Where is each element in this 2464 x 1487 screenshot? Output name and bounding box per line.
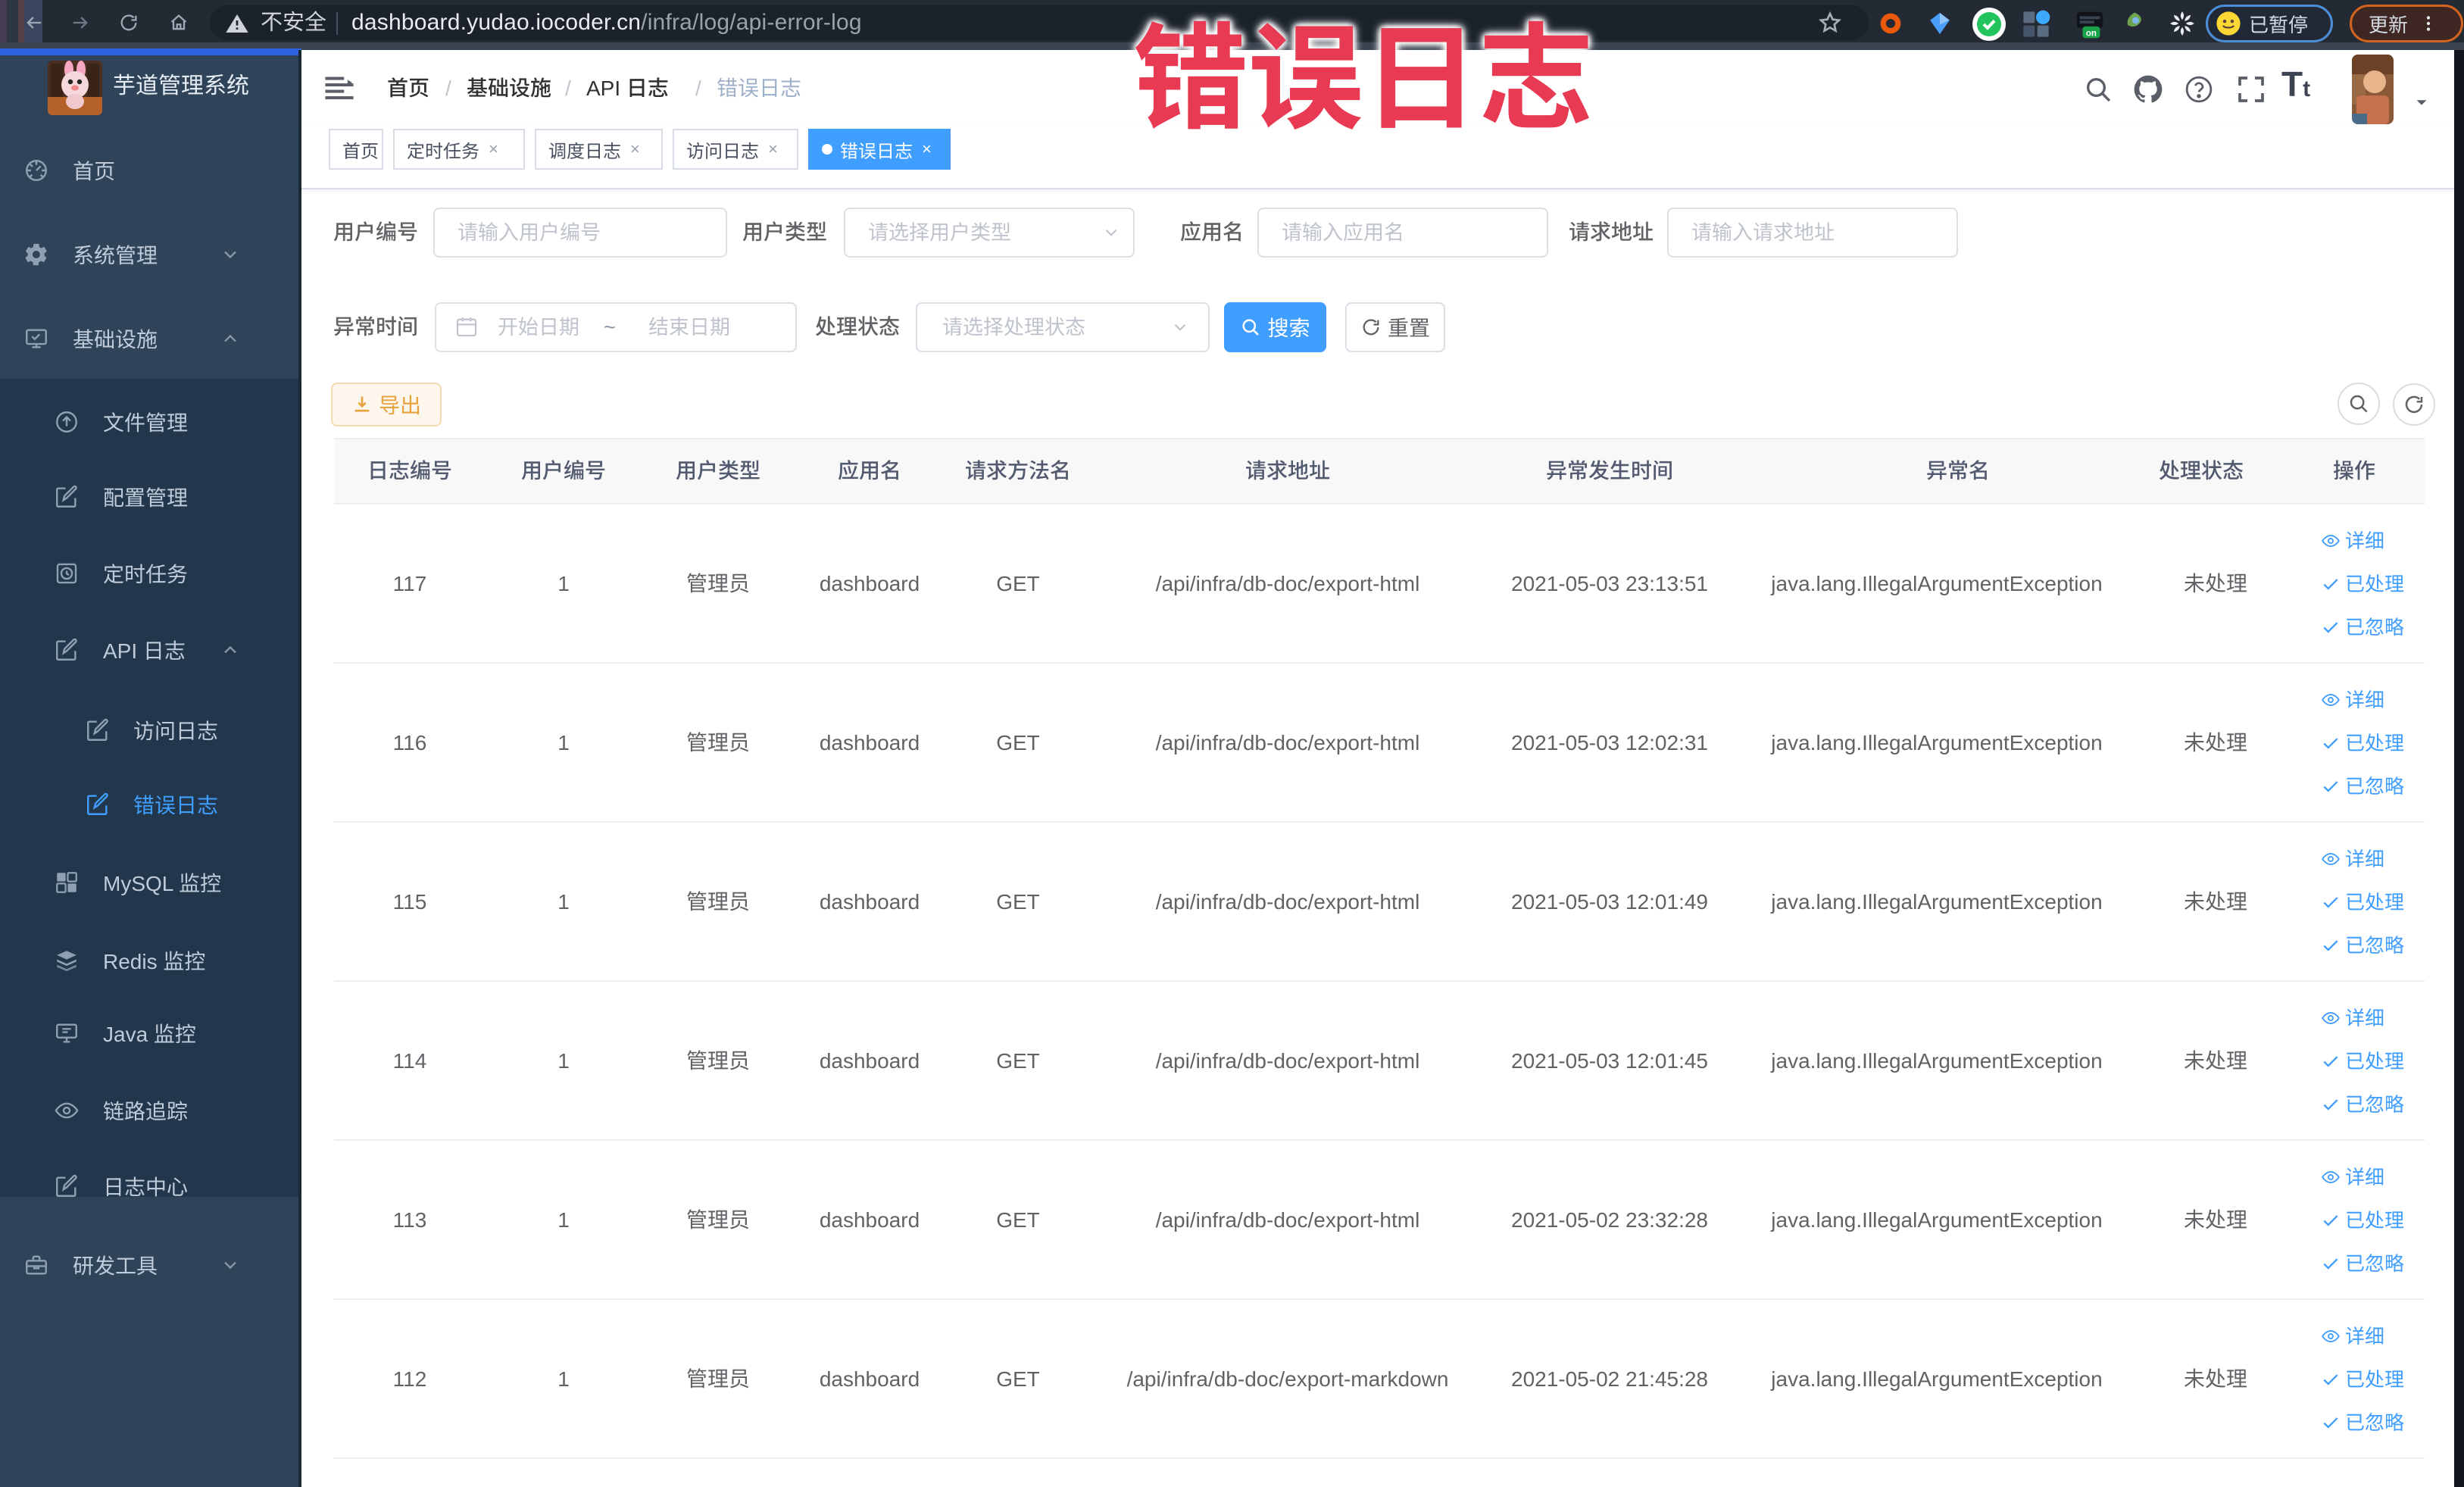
- svg-text:on: on: [2086, 29, 2097, 38]
